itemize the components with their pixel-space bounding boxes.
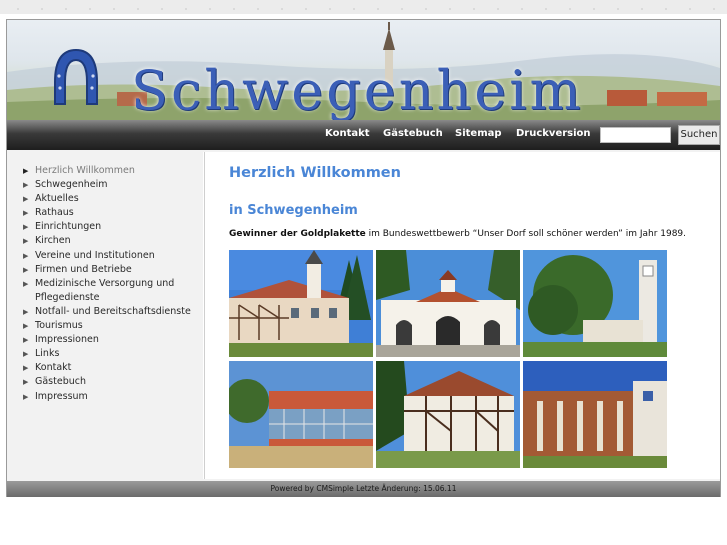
sidebar-item-schwegenheim[interactable]: ▶ Schwegenheim <box>22 178 200 192</box>
sidebar-item-label: Einrichtungen <box>35 221 102 233</box>
triangle-right-icon: ▶ <box>23 307 29 316</box>
search-button[interactable]: Suchen <box>678 125 720 145</box>
sidebar-item-label: Notfall- und Bereitschaftsdienste <box>35 305 191 317</box>
triangle-right-icon: ▶ <box>23 223 29 232</box>
sidebar-item-vereine[interactable]: ▶ Vereine und Institutionen <box>22 249 200 263</box>
intro-paragraph: Gewinner der Goldplakette im Bundeswettb… <box>229 229 686 239</box>
horseshoe-icon <box>54 48 98 105</box>
sidebar-item-label: Tourismus <box>35 320 83 332</box>
photo-arch-building[interactable] <box>376 250 520 357</box>
sidebar-item-notfall[interactable]: ▶ Notfall- und Bereitschaftsdienste <box>22 305 200 319</box>
triangle-right-icon: ▶ <box>23 392 29 401</box>
triangle-right-icon: ▶ <box>23 350 29 359</box>
sidebar-item-label: Links <box>35 348 60 360</box>
sidebar-item-label: Herzlich Willkommen <box>35 165 135 176</box>
sidebar-item-gaestebuch[interactable]: ▶ Gästebuch <box>22 375 200 389</box>
nav-gaestebuch[interactable]: Gästebuch <box>383 128 443 139</box>
search-input[interactable] <box>600 127 671 143</box>
triangle-right-icon: ▶ <box>23 251 29 260</box>
sidebar-item-label: Gästebuch <box>35 376 86 388</box>
footer-text: Powered by CMSimple Letzte Änderung: 15.… <box>270 484 457 493</box>
sidebar-item-label: Rathaus <box>35 207 74 219</box>
top-dotted-strip <box>0 0 727 14</box>
triangle-right-icon: ▶ <box>23 336 29 345</box>
triangle-right-icon: ▶ <box>23 378 29 387</box>
sidebar-item-label: Medizinische Versorgung und Pflegedienst… <box>35 277 175 303</box>
sidebar-item-firmen[interactable]: ▶ Firmen und Betriebe <box>22 263 200 277</box>
triangle-right-icon: ▶ <box>23 167 29 175</box>
page-title: Herzlich Willkommen <box>229 165 401 181</box>
nav-druckversion[interactable]: Druckversion <box>516 128 591 139</box>
main-content: Herzlich Willkommen in Schwegenheim Gewi… <box>205 152 720 479</box>
sidebar-item-label: Impressionen <box>35 334 99 346</box>
sidebar-item-rathaus[interactable]: ▶ Rathaus <box>22 206 200 220</box>
triangle-right-icon: ▶ <box>23 209 29 218</box>
triangle-right-icon: ▶ <box>23 237 29 246</box>
nav-kontakt[interactable]: Kontakt <box>325 128 370 139</box>
triangle-right-icon: ▶ <box>23 181 29 190</box>
sidebar-item-einrichtungen[interactable]: ▶ Einrichtungen <box>22 220 200 234</box>
triangle-right-icon: ▶ <box>23 265 29 274</box>
photo-modern-building[interactable] <box>523 361 667 468</box>
sidebar-item-label: Firmen und Betriebe <box>35 263 132 275</box>
site-title: Schwegenheim <box>131 59 584 120</box>
sidebar-item-links[interactable]: ▶ Links <box>22 347 200 361</box>
sidebar: ▶ Herzlich Willkommen ▶ Schwegenheim ▶ Aktu… <box>7 152 203 479</box>
photo-church-tower[interactable] <box>523 250 667 357</box>
intro-text: im Bundeswettbewerb “Unser Dorf soll sch… <box>365 229 687 239</box>
sidebar-item-herzlich-willkommen[interactable]: ▶ Herzlich Willkommen <box>22 164 200 178</box>
sidebar-menu: ▶ Herzlich Willkommen ▶ Schwegenheim ▶ Aktu… <box>22 164 200 404</box>
triangle-right-icon: ▶ <box>23 364 29 373</box>
photo-school[interactable] <box>229 361 373 468</box>
sidebar-item-tourismus[interactable]: ▶ Tourismus <box>22 319 200 333</box>
sidebar-item-medizinische-versorgung[interactable]: ▶ Medizinische Versorgung und Pflegediens… <box>22 277 200 305</box>
sidebar-item-label: Vereine und Institutionen <box>35 249 155 261</box>
sidebar-item-kirchen[interactable]: ▶ Kirchen <box>22 234 200 248</box>
sidebar-item-label: Aktuelles <box>35 193 79 205</box>
page-subtitle: in Schwegenheim <box>229 203 358 218</box>
footer-bar: Powered by CMSimple Letzte Änderung: 15.… <box>7 481 720 497</box>
nav-sitemap[interactable]: Sitemap <box>455 128 502 139</box>
sidebar-item-label: Kontakt <box>35 362 72 374</box>
triangle-right-icon: ▶ <box>23 279 29 288</box>
sidebar-item-impressionen[interactable]: ▶ Impressionen <box>22 333 200 347</box>
sidebar-item-label: Kirchen <box>35 235 71 247</box>
sidebar-item-label: Schwegenheim <box>35 179 108 191</box>
intro-bold: Gewinner der Goldplakette <box>229 229 366 239</box>
sidebar-item-label: Impressum <box>35 390 88 402</box>
sidebar-item-aktuelles[interactable]: ▶ Aktuelles <box>22 192 200 206</box>
photo-timber-house[interactable] <box>376 361 520 468</box>
photo-rathaus[interactable] <box>229 250 373 357</box>
triangle-right-icon: ▶ <box>23 322 29 331</box>
sidebar-item-impressum[interactable]: ▶ Impressum <box>22 390 200 404</box>
header-banner: Schwegenheim <box>7 20 720 120</box>
sidebar-item-kontakt[interactable]: ▶ Kontakt <box>22 361 200 375</box>
triangle-right-icon: ▶ <box>23 195 29 204</box>
